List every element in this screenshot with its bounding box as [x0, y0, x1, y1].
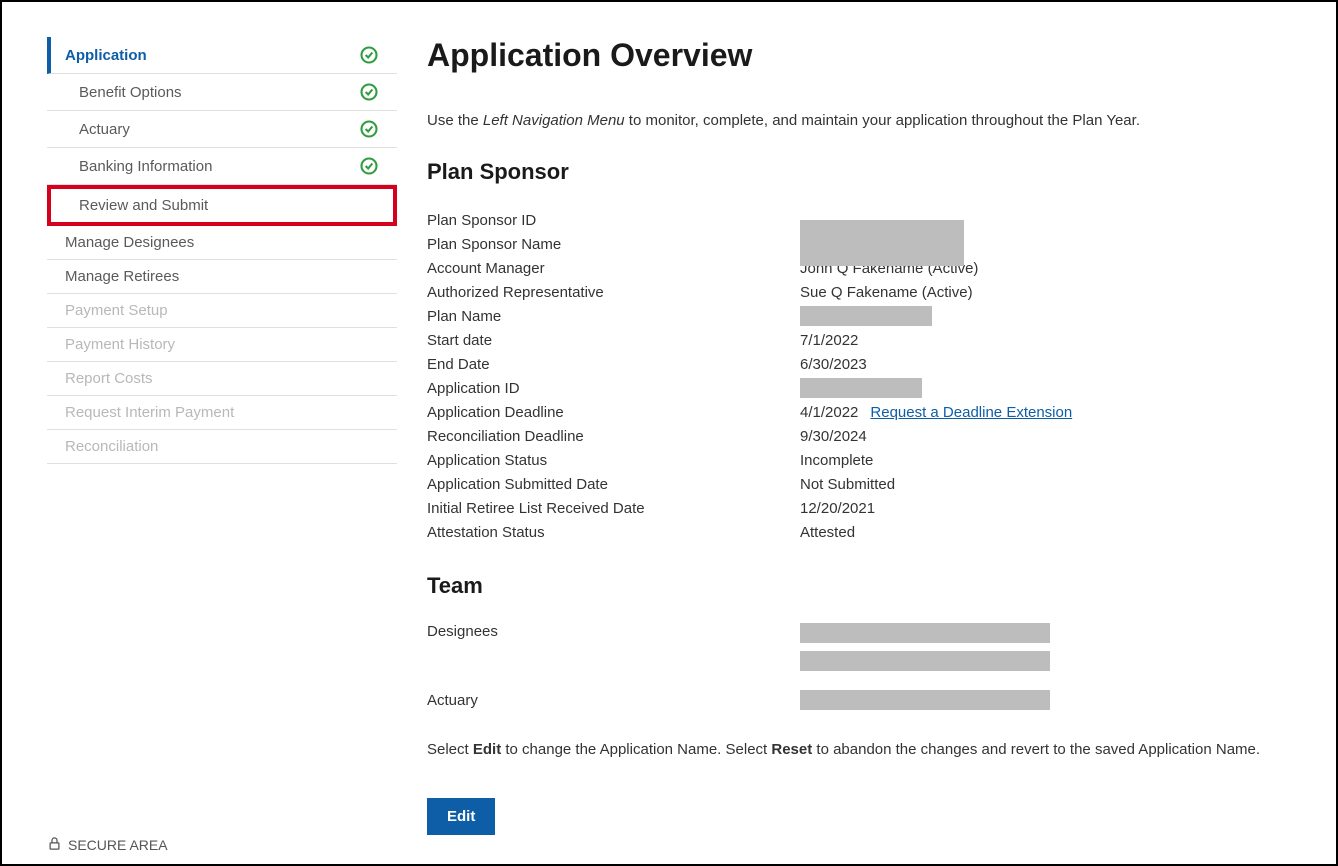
lock-icon	[47, 836, 62, 854]
field-plan-name: Plan Name	[427, 305, 1296, 327]
nav-label: Reconciliation	[65, 438, 158, 455]
redacted-value	[800, 378, 922, 398]
deadline-extension-link[interactable]: Request a Deadline Extension	[870, 404, 1072, 421]
value: 4/1/2022	[800, 404, 858, 421]
team-section: Team Designees Actuary	[427, 573, 1296, 711]
nav-application[interactable]: Application	[47, 37, 397, 74]
field-retiree-received: Initial Retiree List Received Date 12/20…	[427, 497, 1296, 519]
value: 7/1/2022	[800, 332, 858, 349]
label: Application Status	[427, 452, 800, 469]
label: Application Deadline	[427, 404, 800, 421]
value: 9/30/2024	[800, 428, 867, 445]
field-app-deadline: Application Deadline 4/1/2022 Request a …	[427, 401, 1296, 423]
nav-reconciliation: Reconciliation	[47, 430, 397, 464]
nav-banking-information[interactable]: Banking Information	[47, 148, 397, 185]
label: Start date	[427, 332, 800, 349]
field-app-status: Application Status Incomplete	[427, 449, 1296, 471]
label: Plan Name	[427, 308, 800, 325]
field-attestation: Attestation Status Attested	[427, 521, 1296, 543]
intro-text: Use the Left Navigation Menu to monitor,…	[427, 112, 1296, 129]
field-submitted-date: Application Submitted Date Not Submitted	[427, 473, 1296, 495]
nav-label: Application	[65, 47, 147, 64]
label: Designees	[427, 623, 800, 640]
redacted-value	[800, 651, 1050, 671]
label: Account Manager	[427, 260, 800, 277]
nav-benefit-options[interactable]: Benefit Options	[47, 74, 397, 111]
label: Plan Sponsor Name	[427, 236, 800, 253]
value: Sue Q Fakename (Active)	[800, 284, 973, 301]
footer-secure: SECURE AREA	[47, 836, 168, 854]
nav-label: Payment Setup	[65, 302, 168, 319]
check-icon	[359, 45, 379, 65]
nav-label: Manage Designees	[65, 234, 194, 251]
nav-review-submit[interactable]: Review and Submit	[47, 185, 397, 226]
label: Initial Retiree List Received Date	[427, 500, 800, 517]
value: Attested	[800, 524, 855, 541]
field-end-date: End Date 6/30/2023	[427, 353, 1296, 375]
field-recon-deadline: Reconciliation Deadline 9/30/2024	[427, 425, 1296, 447]
left-nav: Application Benefit Options Actuary Bank…	[2, 2, 397, 864]
check-icon	[359, 82, 379, 102]
nav-label: Payment History	[65, 336, 175, 353]
label: Authorized Representative	[427, 284, 800, 301]
instruction-text: Select Edit to change the Application Na…	[427, 741, 1296, 758]
nav-payment-history: Payment History	[47, 328, 397, 362]
check-icon	[359, 119, 379, 139]
redacted-value	[800, 306, 932, 326]
value: 6/30/2023	[800, 356, 867, 373]
nav-label: Actuary	[79, 121, 130, 138]
nav-request-interim: Request Interim Payment	[47, 396, 397, 430]
value: 12/20/2021	[800, 500, 875, 517]
label: Attestation Status	[427, 524, 800, 541]
nav-label: Report Costs	[65, 370, 153, 387]
redacted-value	[800, 690, 1050, 710]
label: Plan Sponsor ID	[427, 212, 800, 229]
field-auth-rep: Authorized Representative Sue Q Fakename…	[427, 281, 1296, 303]
secure-label: SECURE AREA	[68, 837, 168, 853]
page-title: Application Overview	[427, 37, 1296, 74]
field-start-date: Start date 7/1/2022	[427, 329, 1296, 351]
nav-label: Review and Submit	[79, 197, 208, 214]
nav-manage-retirees[interactable]: Manage Retirees	[47, 260, 397, 294]
field-designees: Designees	[427, 623, 1296, 671]
redacted-value	[800, 623, 1050, 643]
nav-label: Banking Information	[79, 158, 212, 175]
main-content: Application Overview Use the Left Naviga…	[397, 2, 1336, 864]
edit-button[interactable]: Edit	[427, 798, 495, 835]
plan-sponsor-section: Plan Sponsor Plan Sponsor ID Plan Sponso…	[427, 159, 1296, 543]
label: Reconciliation Deadline	[427, 428, 800, 445]
label: End Date	[427, 356, 800, 373]
redacted-value	[800, 220, 964, 266]
label: Application Submitted Date	[427, 476, 800, 493]
field-plan-sponsor-id: Plan Sponsor ID	[427, 209, 1296, 231]
field-app-id: Application ID	[427, 377, 1296, 399]
nav-label: Benefit Options	[79, 84, 182, 101]
team-heading: Team	[427, 573, 1296, 599]
nav-label: Request Interim Payment	[65, 404, 234, 421]
nav-report-costs: Report Costs	[47, 362, 397, 396]
value: Incomplete	[800, 452, 873, 469]
plan-sponsor-heading: Plan Sponsor	[427, 159, 1296, 185]
nav-actuary[interactable]: Actuary	[47, 111, 397, 148]
nav-label: Manage Retirees	[65, 268, 179, 285]
label: Actuary	[427, 692, 800, 709]
value: Not Submitted	[800, 476, 895, 493]
label: Application ID	[427, 380, 800, 397]
nav-payment-setup: Payment Setup	[47, 294, 397, 328]
field-actuary: Actuary	[427, 689, 1296, 711]
check-icon	[359, 156, 379, 176]
nav-manage-designees[interactable]: Manage Designees	[47, 226, 397, 260]
